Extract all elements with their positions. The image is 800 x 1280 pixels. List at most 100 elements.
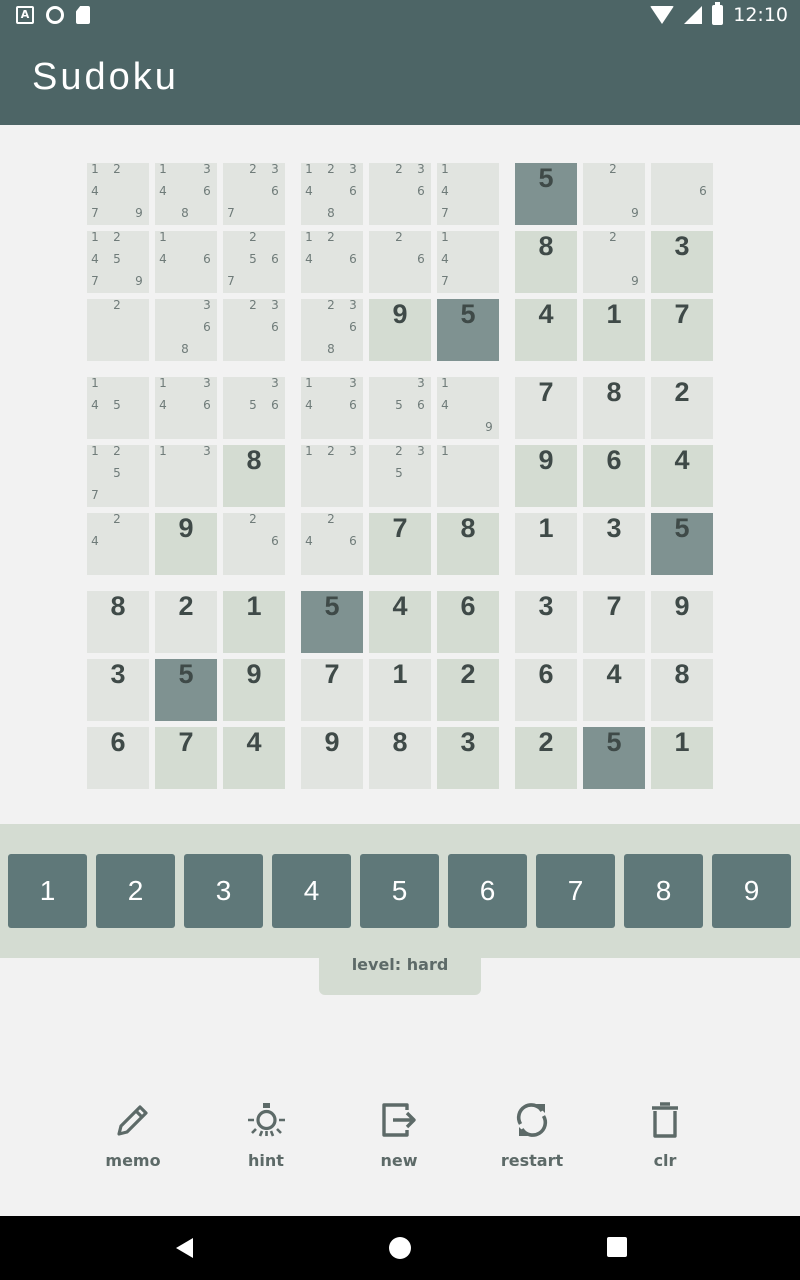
cell-r6-c1[interactable]: 24 [87,512,149,575]
cell-r4-c7[interactable]: 7 [515,377,577,439]
cell-value: 2 [674,377,690,407]
cell-r8-c3[interactable]: 9 [223,659,285,721]
cell-r8-c8[interactable]: 4 [583,659,645,721]
cell-r6-c9[interactable]: 5 [651,513,713,575]
cell-r7-c1[interactable]: 8 [87,591,149,653]
hint-button[interactable]: hint [211,1100,321,1170]
cell-r2-c4[interactable]: 124 6 [301,230,363,293]
home-icon[interactable] [388,1236,412,1260]
cell-r5-c5[interactable]: 235 [369,444,431,507]
cell-r3-c2[interactable]: 3 68 [155,298,217,361]
cell-r2-c2[interactable]: 1 4 6 [155,230,217,293]
cell-r6-c5[interactable]: 7 [369,513,431,575]
number-button-4[interactable]: 4 [272,854,351,928]
cell-r9-c6[interactable]: 3 [437,727,499,789]
cell-r3-c5[interactable]: 9 [369,299,431,361]
cell-r1-c6[interactable]: 1 4 7 [437,162,499,225]
cell-r5-c8[interactable]: 6 [583,445,645,507]
cell-r9-c2[interactable]: 7 [155,727,217,789]
cell-r2-c8[interactable]: 29 [583,230,645,293]
cell-r1-c4[interactable]: 123 4 68 [301,162,363,225]
memo-digit: 2 [609,162,617,176]
cell-r2-c9[interactable]: 3 [651,231,713,293]
cell-r7-c4[interactable]: 5 [301,591,363,653]
back-icon[interactable] [173,1236,197,1260]
cell-r3-c3[interactable]: 23 6 [223,298,285,361]
cell-r6-c3[interactable]: 26 [223,512,285,575]
cell-r7-c8[interactable]: 7 [583,591,645,653]
cell-r6-c2[interactable]: 9 [155,513,217,575]
new-game-button[interactable]: new [344,1100,454,1170]
cell-r3-c1[interactable]: 2 [87,298,149,361]
cell-r4-c9[interactable]: 2 [651,377,713,439]
cell-r1-c9[interactable]: 6 [651,163,713,225]
cell-r2-c1[interactable]: 12457 9 [87,230,149,293]
cell-r7-c5[interactable]: 4 [369,591,431,653]
cell-r5-c6[interactable]: 1 [437,444,499,507]
cell-r5-c9[interactable]: 4 [651,445,713,507]
cell-r2-c3[interactable]: 2 56 7 [223,230,285,293]
cell-r3-c6[interactable]: 5 [437,299,499,361]
cell-r9-c7[interactable]: 2 [515,727,577,789]
cell-r9-c8[interactable]: 5 [583,727,645,789]
cell-r5-c7[interactable]: 9 [515,445,577,507]
cell-r9-c3[interactable]: 4 [223,727,285,789]
cell-r6-c7[interactable]: 1 [515,513,577,575]
number-button-7[interactable]: 7 [536,854,615,928]
cell-r1-c8[interactable]: 29 [583,162,645,225]
cell-r3-c7[interactable]: 4 [515,299,577,361]
cell-r7-c3[interactable]: 1 [223,591,285,653]
recents-icon[interactable] [606,1236,628,1258]
cell-r9-c1[interactable]: 6 [87,727,149,789]
cell-r1-c3[interactable]: 23 6 7 [223,162,285,225]
cell-r1-c1[interactable]: 124 7 9 [87,162,149,225]
number-button-1[interactable]: 1 [8,854,87,928]
number-button-8[interactable]: 8 [624,854,703,928]
cell-r4-c2[interactable]: 1 3 4 6 [155,376,217,439]
number-button-2[interactable]: 2 [96,854,175,928]
cell-r4-c4[interactable]: 1 3 4 6 [301,376,363,439]
cell-r6-c8[interactable]: 3 [583,513,645,575]
cell-r9-c9[interactable]: 1 [651,727,713,789]
number-button-6[interactable]: 6 [448,854,527,928]
clear-button[interactable]: clr [610,1100,720,1170]
cell-r8-c4[interactable]: 7 [301,659,363,721]
cell-r5-c2[interactable]: 13 [155,444,217,507]
cell-r3-c4[interactable]: 23 68 [301,298,363,361]
cell-r4-c3[interactable]: 356 [223,376,285,439]
cell-r2-c7[interactable]: 8 [515,231,577,293]
cell-r7-c6[interactable]: 6 [437,591,499,653]
cell-r8-c7[interactable]: 6 [515,659,577,721]
cell-r8-c9[interactable]: 8 [651,659,713,721]
cell-r2-c5[interactable]: 26 [369,230,431,293]
cell-r7-c2[interactable]: 2 [155,591,217,653]
cell-r7-c7[interactable]: 3 [515,591,577,653]
cell-r8-c1[interactable]: 3 [87,659,149,721]
cell-r5-c4[interactable]: 123 [301,444,363,507]
cell-r5-c1[interactable]: 12 57 [87,444,149,507]
memo-button[interactable]: memo [78,1100,188,1170]
cell-r3-c9[interactable]: 7 [651,299,713,361]
cell-r3-c8[interactable]: 1 [583,299,645,361]
cell-r4-c6[interactable]: 1 4 9 [437,376,499,439]
cell-r8-c6[interactable]: 2 [437,659,499,721]
cell-r7-c9[interactable]: 9 [651,591,713,653]
cell-r1-c5[interactable]: 23 6 [369,162,431,225]
number-button-3[interactable]: 3 [184,854,263,928]
cell-r4-c8[interactable]: 8 [583,377,645,439]
cell-r4-c1[interactable]: 1 45 [87,376,149,439]
cell-r8-c5[interactable]: 1 [369,659,431,721]
cell-r1-c7[interactable]: 5 [515,163,577,225]
restart-button[interactable]: restart [477,1100,587,1170]
cell-r6-c6[interactable]: 8 [437,513,499,575]
number-button-9[interactable]: 9 [712,854,791,928]
cell-r9-c4[interactable]: 9 [301,727,363,789]
cell-r4-c5[interactable]: 356 [369,376,431,439]
cell-r1-c2[interactable]: 1 3 4 68 [155,162,217,225]
number-button-5[interactable]: 5 [360,854,439,928]
cell-r2-c6[interactable]: 1 4 7 [437,230,499,293]
cell-r9-c5[interactable]: 8 [369,727,431,789]
cell-r5-c3[interactable]: 8 [223,445,285,507]
cell-r8-c2[interactable]: 5 [155,659,217,721]
cell-r6-c4[interactable]: 24 6 [301,512,363,575]
